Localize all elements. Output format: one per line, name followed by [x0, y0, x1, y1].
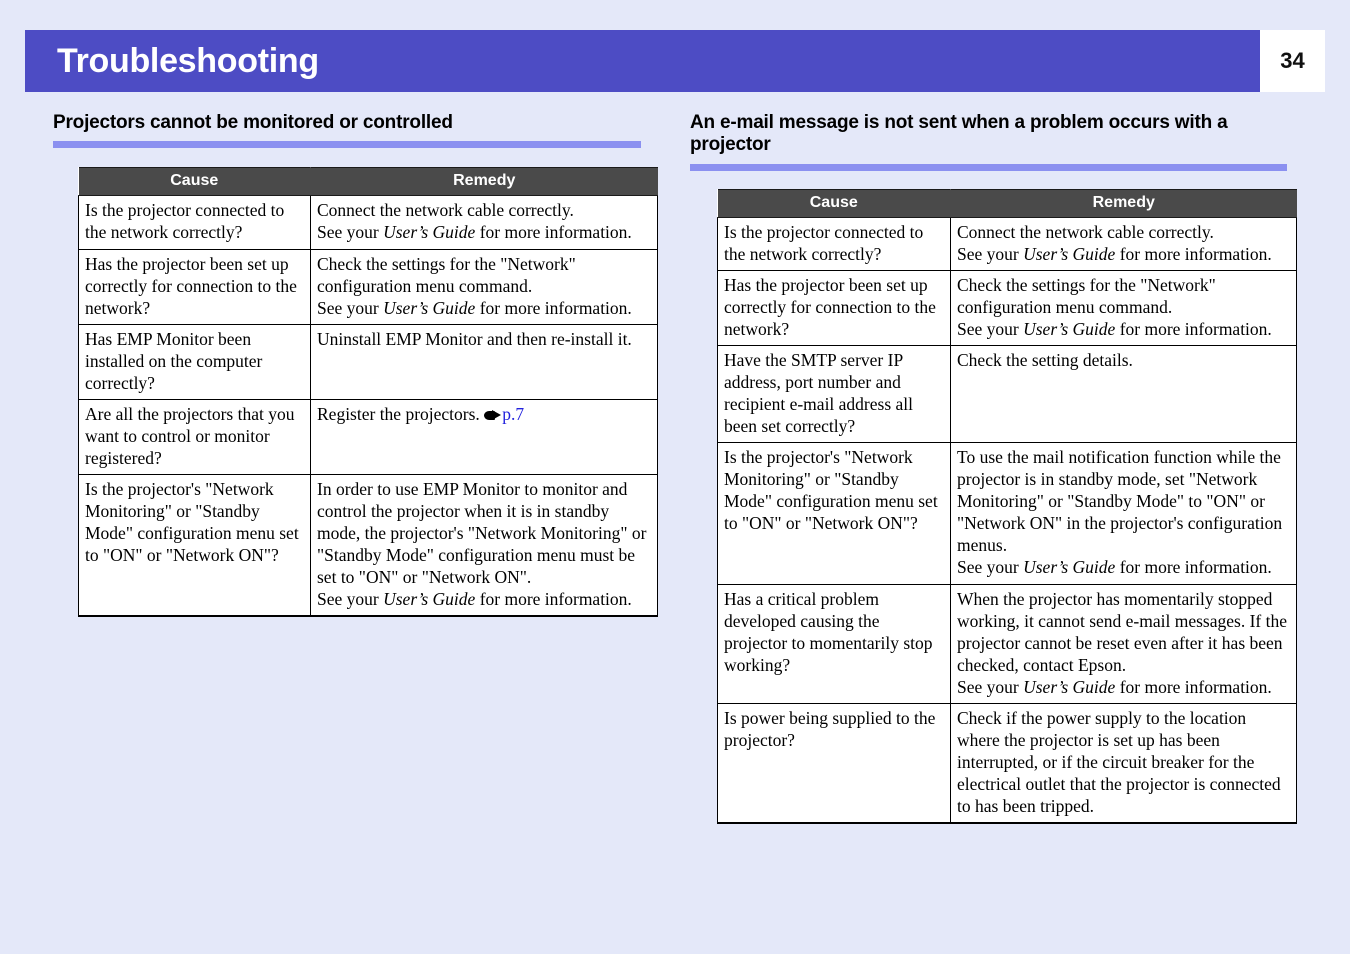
table-body-left: Is the projector connected to the networ…: [78, 195, 658, 618]
remedy-text: for more information.: [1115, 319, 1272, 339]
column-header-remedy: Remedy: [310, 167, 658, 197]
table-header-row: Cause Remedy: [717, 188, 1297, 218]
table-row: Has EMP Monitor been installed on the co…: [78, 324, 658, 400]
remedy-text: Connect the network cable correctly.: [957, 221, 1214, 242]
section-heading-projectors: Projectors cannot be monitored or contro…: [53, 112, 453, 133]
table-wrapper-right: Cause Remedy Is the projector connected …: [717, 188, 1302, 824]
cell-remedy: Check if the power supply to the locatio…: [950, 703, 1297, 824]
table-row: Is the projector's "Network Monitoring" …: [717, 442, 1297, 585]
right-column: An e-mail message is not sent when a pro…: [690, 112, 1302, 824]
remedy-text: for more information.: [475, 297, 632, 318]
remedy-text: Register the projectors.: [317, 403, 485, 424]
remedy-text: Connect the network cable correctly.: [317, 200, 574, 221]
table-row: Is the projector connected to the networ…: [717, 217, 1297, 271]
cell-cause: Has EMP Monitor been installed on the co…: [78, 324, 311, 400]
cell-cause: Has the projector been set up correctly …: [717, 270, 951, 347]
remedy-text: Check the setting details.: [957, 350, 1133, 371]
cell-remedy: Connect the network cable correctly. See …: [310, 195, 658, 250]
remedy-text: See your: [957, 557, 1024, 578]
table-row: Is the projector connected to the networ…: [78, 195, 658, 250]
cause-remedy-table-left: Cause Remedy Is the projector connected …: [78, 167, 658, 618]
cell-cause: Is power being supplied to the projector…: [717, 703, 951, 824]
remedy-text: See your: [957, 319, 1024, 339]
cell-remedy: Uninstall EMP Monitor and then re-instal…: [310, 324, 658, 400]
cell-cause: Is the projector's "Network Monitoring" …: [717, 442, 951, 585]
remedy-text: See your: [957, 676, 1024, 697]
cell-remedy: Check the setting details.: [950, 345, 1297, 444]
table-header-row: Cause Remedy: [78, 167, 658, 197]
remedy-text: for more information.: [475, 589, 632, 610]
remedy-text-italic: User’s Guide: [1023, 676, 1116, 697]
remedy-text-italic: User’s Guide: [1023, 557, 1116, 578]
page-header-band: Troubleshooting: [25, 30, 1260, 92]
section-heading-email: An e-mail message is not sent when a pro…: [690, 112, 1228, 156]
remedy-text-italic: User’s Guide: [383, 222, 476, 243]
table-row: Are all the projectors that you want to …: [78, 399, 658, 475]
cell-cause: Is the projector connected to the networ…: [78, 195, 311, 250]
cell-remedy: When the projector has momentarily stopp…: [950, 584, 1297, 704]
table-row: Is power being supplied to the projector…: [717, 703, 1297, 824]
remedy-text: Check the settings for the "Network" con…: [317, 253, 576, 296]
remedy-text: See your: [317, 222, 384, 243]
cell-cause: Have the SMTP server IP address, port nu…: [717, 345, 951, 444]
remedy-text: See your: [317, 297, 384, 318]
remedy-text: Check the settings for the "Network" con…: [957, 274, 1216, 317]
remedy-text-italic: User’s Guide: [1023, 319, 1116, 339]
page-title: Troubleshooting: [57, 42, 319, 80]
page-number: 34: [1280, 48, 1305, 73]
page-number-box: 34: [1260, 30, 1325, 92]
remedy-text-italic: User’s Guide: [383, 297, 476, 318]
table-row: Is the projector's "Network Monitoring" …: [78, 474, 658, 618]
cell-remedy: In order to use EMP Monitor to monitor a…: [310, 474, 658, 618]
table-wrapper-left: Cause Remedy Is the projector connected …: [78, 167, 673, 618]
remedy-text: for more information.: [1115, 557, 1272, 578]
remedy-text: for more information.: [1115, 676, 1272, 697]
table-row: Have the SMTP server IP address, port nu…: [717, 345, 1297, 444]
cell-cause: Are all the projectors that you want to …: [78, 399, 311, 475]
page-reference-label: p.7: [502, 403, 525, 424]
remedy-text-italic: User’s Guide: [383, 589, 476, 610]
cell-cause: Has a critical problem developed causing…: [717, 584, 951, 704]
section-rule: [690, 163, 1287, 171]
left-column: Projectors cannot be monitored or contro…: [53, 112, 673, 618]
cell-remedy: Register the projectors. p.7: [310, 399, 658, 475]
cell-cause: Is the projector connected to the networ…: [717, 217, 951, 271]
column-header-cause: Cause: [78, 167, 311, 197]
cell-cause: Is the projector's "Network Monitoring" …: [78, 474, 311, 618]
table-row: Has the projector been set up correctly …: [78, 249, 658, 325]
cell-remedy: Check the settings for the "Network" con…: [950, 270, 1297, 347]
remedy-text: Check if the power supply to the locatio…: [957, 707, 1281, 816]
remedy-text: To use the mail notification function wh…: [957, 447, 1283, 556]
column-header-cause: Cause: [717, 188, 951, 218]
table-body-right: Is the projector connected to the networ…: [717, 217, 1297, 824]
pointing-hand-icon: [484, 409, 502, 421]
column-header-remedy: Remedy: [950, 188, 1297, 218]
remedy-text: Uninstall EMP Monitor and then re-instal…: [317, 328, 632, 349]
section-rule: [53, 141, 641, 149]
remedy-text: See your: [957, 243, 1024, 264]
remedy-text-italic: User’s Guide: [1023, 243, 1116, 264]
cell-cause: Has the projector been set up correctly …: [78, 249, 311, 325]
table-row: Has the projector been set up correctly …: [717, 270, 1297, 347]
table-row: Has a critical problem developed causing…: [717, 584, 1297, 704]
page-reference-link[interactable]: p.7: [484, 404, 524, 424]
cause-remedy-table-right: Cause Remedy Is the projector connected …: [717, 188, 1297, 824]
remedy-text: See your: [317, 589, 384, 610]
remedy-text: for more information.: [1115, 243, 1272, 264]
remedy-text: for more information.: [475, 222, 632, 243]
cell-remedy: Check the settings for the "Network" con…: [310, 249, 658, 325]
remedy-text: In order to use EMP Monitor to monitor a…: [317, 478, 647, 588]
remedy-text: When the projector has momentarily stopp…: [957, 588, 1287, 675]
cell-remedy: Connect the network cable correctly. See …: [950, 217, 1297, 271]
cell-remedy: To use the mail notification function wh…: [950, 442, 1297, 585]
